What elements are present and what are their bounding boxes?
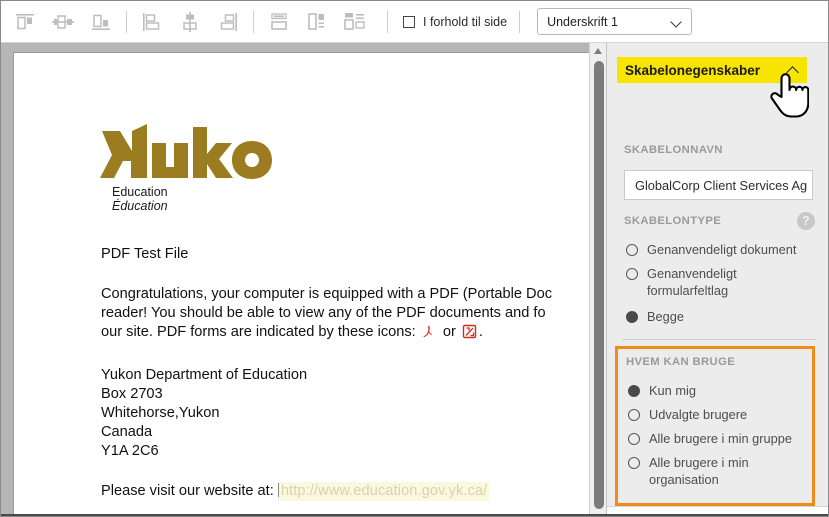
radio-button-indicator[interactable] [628,457,640,469]
scrollbar-thumb[interactable] [593,61,604,509]
radio-button-indicator[interactable] [628,409,640,421]
paragraph-line-1: Congratulations, your computer is equipp… [101,286,553,302]
logo-subtitle-english: Education [112,185,168,199]
align-bottom-icon[interactable] [85,7,117,37]
align-left-icon[interactable] [136,7,168,37]
document-body-text: PDF Test File Congratulations, your comp… [101,245,592,501]
address-line-5: Y1A 2C6 [101,443,159,459]
document-vertical-scrollbar[interactable] [589,43,606,516]
radio-label: Alle brugere i min gruppe [649,431,792,446]
alignment-toolbar: I forhold til side Underskrift 1 [1,1,828,43]
panel-divider [622,339,816,340]
panel-header-skabelonegenskaber[interactable]: Skabelonegenskaber [617,57,807,83]
template-name-input[interactable]: GlobalCorp Client Services Ag [624,170,813,200]
radio-button-indicator[interactable] [628,433,640,445]
radio-button-indicator[interactable] [626,311,638,323]
radio-udvalgte-brugere[interactable]: Udvalgte brugere [628,406,800,423]
radio-genanvendeligt-formularfeltlag[interactable]: Genanvendeligt formularfeltlag [626,265,804,299]
application-window: I forhold til side Underskrift 1 Educati… [0,0,829,517]
radio-label: Udvalgte brugere [649,407,748,422]
document-paragraph: Congratulations, your computer is equipp… [101,285,592,345]
signature-select-value: Underskrift 1 [547,14,618,29]
paragraph-period: . [478,324,483,340]
section-label-skabelontype: SKABELONTYPE [624,215,722,227]
size-match-icon[interactable] [339,7,371,37]
radio-alle-brugere-i-min-gruppe[interactable]: Alle brugere i min gruppe [628,430,806,447]
align-vertical-center-icon[interactable] [47,7,79,37]
section-label-skabelonnavn: SKABELONNAVN [624,144,723,156]
align-right-icon[interactable] [212,7,244,37]
chevron-down-icon [672,17,682,27]
radio-label: Begge [647,309,685,324]
website-url-link[interactable]: http://www.education.gov.yk.ca/ [278,482,490,501]
document-canvas[interactable]: Education Éducation PDF Test File Congra… [1,43,606,516]
checkbox-box[interactable] [403,15,415,28]
relative-to-page-checkbox[interactable]: I forhold til side [403,15,507,29]
radio-genanvendeligt-dokument[interactable]: Genanvendeligt dokument [626,241,818,258]
adobe-pdf-icon-2 [462,324,477,345]
radio-begge[interactable]: Begge [626,308,804,325]
paragraph-or-text: or [442,324,456,340]
logo-subtitle-french: Éducation [112,199,168,213]
align-horizontal-center-icon[interactable] [174,7,206,37]
panel-header-title: Skabelonegenskaber [625,62,761,78]
signature-select[interactable]: Underskrift 1 [537,8,693,35]
paragraph-line-2: reader! You should be able to view any o… [101,305,546,321]
distribute-horizontal-icon[interactable] [263,7,295,37]
address-line-4: Canada [101,424,153,440]
toolbar-separator-3 [387,10,388,33]
radio-button-indicator[interactable] [628,385,640,397]
paragraph-line-3-text: our site. PDF forms are indicated by the… [101,324,416,340]
radio-button-indicator[interactable] [626,244,638,256]
document-page[interactable]: Education Éducation PDF Test File Congra… [13,52,593,516]
yukon-education-logo: Education Éducation [100,121,280,213]
radio-alle-brugere-i-min-organisation[interactable]: Alle brugere i min organisation [628,454,798,488]
address-line-3: Whitehorse,Yukon [101,405,220,421]
radio-label: Genanvendeligt formularfeltlag [647,266,737,298]
visit-prefix-label: Please visit our website at: [101,483,274,499]
paragraph-line-3: our site. PDF forms are indicated by the… [101,323,592,345]
toolbar-separator-1 [126,10,127,33]
toolbar-separator-2 [253,10,254,33]
template-name-value: GlobalCorp Client Services Ag [635,177,808,193]
section-label-hvem-kan-bruge: HVEM KAN BRUGE [626,356,736,368]
distribute-vertical-icon[interactable] [301,7,333,37]
radio-button-indicator[interactable] [626,268,638,280]
document-visit-line: Please visit our website at: http://www.… [101,482,592,501]
scroll-up-arrow-icon[interactable] [594,48,602,54]
radio-label: Kun mig [649,383,696,398]
help-icon[interactable]: ? [797,212,815,230]
adobe-pdf-icon-1 [422,324,437,345]
radio-label: Alle brugere i min organisation [649,455,749,487]
template-properties-panel: Skabelonegenskaber SKABELONNAVN GlobalCo… [606,43,828,516]
document-title: PDF Test File [101,246,189,262]
document-address-block: Yukon Department of Education Box 2703 W… [101,366,592,461]
address-line-1: Yukon Department of Education [101,367,308,383]
address-line-2: Box 2703 [101,386,163,402]
radio-kun-mig[interactable]: Kun mig [628,382,800,399]
radio-label: Genanvendeligt dokument [647,242,797,257]
chevron-up-icon[interactable] [787,65,799,75]
window-bottom-edge [1,514,828,516]
toolbar-separator-4 [519,10,521,33]
yukon-wordmark-icon [100,124,272,179]
relative-to-page-label: I forhold til side [423,14,508,29]
align-top-icon[interactable] [9,7,41,37]
